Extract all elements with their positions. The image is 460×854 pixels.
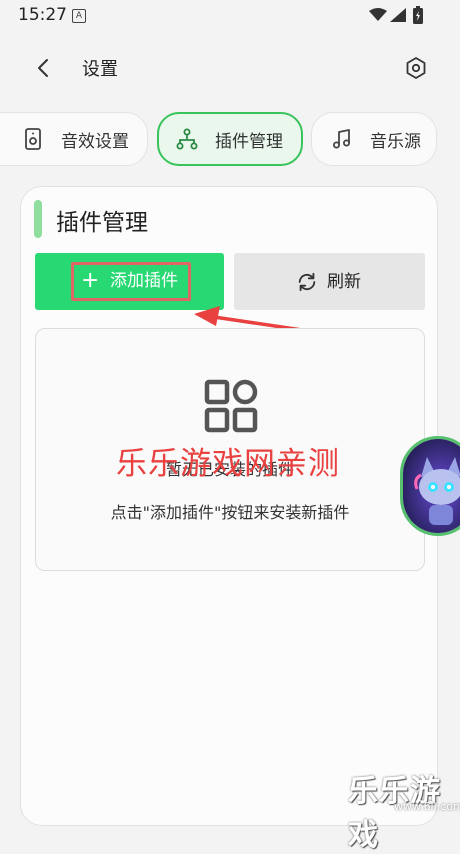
settings-tabs: 音效设置 插件管理 音乐源 (0, 112, 460, 168)
signal-icon (390, 8, 406, 22)
tab-music-source-label: 音乐源 (370, 131, 421, 152)
wifi-icon (369, 8, 387, 21)
section-title: 插件管理 (56, 210, 148, 236)
battery-icon (413, 6, 423, 24)
watermark-text: 乐乐游戏网亲测 (116, 446, 340, 482)
back-arrow-icon[interactable] (30, 54, 58, 82)
section-accent-bar (34, 200, 42, 238)
tab-music-source[interactable]: 音乐源 (311, 112, 437, 166)
refresh-label: 刷新 (327, 272, 361, 292)
corner-watermark: 乐乐游戏 www.6ll.com (348, 766, 460, 854)
settings-hexagon-icon[interactable] (402, 54, 430, 82)
refresh-icon (298, 272, 316, 292)
floating-avatar[interactable] (400, 436, 460, 536)
add-plugin-label: 添加插件 (110, 271, 178, 291)
notification-icon: A (72, 9, 86, 23)
corner-watermark-url: www.6ll.com (394, 800, 460, 813)
tab-sound-effects[interactable]: 音效设置 (0, 112, 148, 166)
app-header: 设置 (0, 36, 460, 98)
plus-icon: + (81, 268, 100, 293)
tab-plugin-management[interactable]: 插件管理 (157, 112, 303, 166)
status-bar: 15:27 A (0, 0, 460, 30)
plugin-tree-icon (176, 128, 198, 150)
tab-sound-effects-label: 音效设置 (61, 131, 129, 152)
speaker-icon (25, 128, 41, 150)
tab-plugin-management-label: 插件管理 (215, 131, 283, 152)
grid-icon (204, 379, 258, 433)
empty-hint: 点击"添加插件"按钮来安装新插件 (110, 503, 350, 522)
status-time: 15:27 (18, 5, 67, 25)
robot-cat-avatar-icon (403, 439, 460, 533)
music-note-icon (333, 129, 350, 149)
page-title: 设置 (82, 59, 118, 80)
